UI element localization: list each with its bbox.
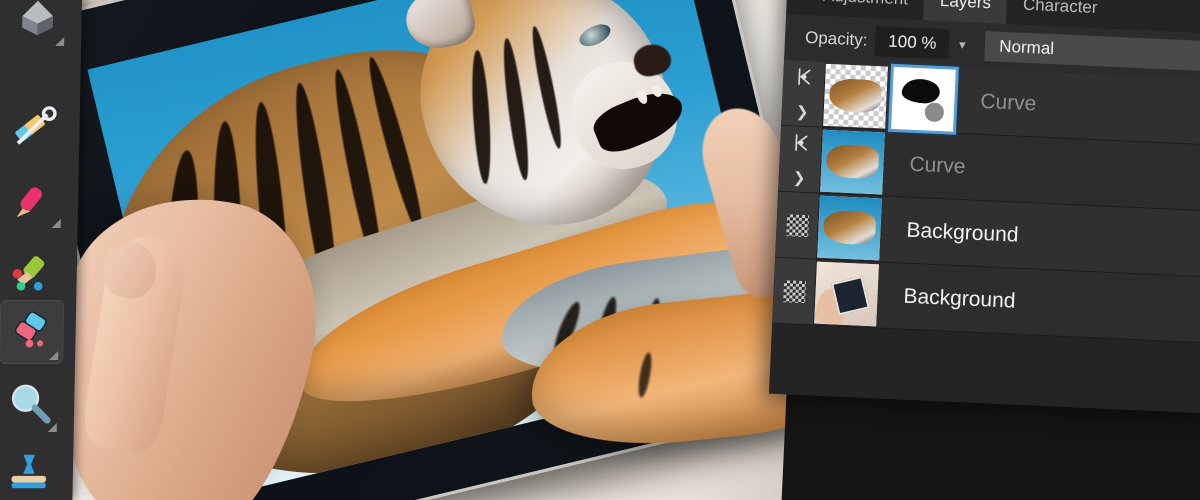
layer-icon-column: ❯	[781, 59, 827, 127]
layer-name-label: Curve	[908, 152, 967, 178]
transparency-checker-icon[interactable]	[785, 213, 809, 237]
clone-stamp-tool-button[interactable]	[0, 440, 62, 500]
mask-link-icon[interactable]	[790, 132, 811, 158]
blend-mode-value: Normal	[998, 36, 1055, 59]
layer-thumbnail[interactable]	[814, 261, 879, 326]
mask-link-icon[interactable]	[793, 66, 814, 92]
layer-icon-column	[775, 191, 821, 259]
layer-name-label: Curve	[979, 89, 1037, 115]
chevron-down-icon[interactable]: ❯	[793, 168, 806, 187]
thumbnail-content	[828, 78, 883, 113]
thumbnail-tablet	[830, 275, 870, 316]
layer-name[interactable]: Background	[876, 262, 1200, 342]
mask-dot	[924, 102, 945, 123]
blend-mode-select[interactable]: Normal ▲ ▼	[984, 31, 1200, 72]
chevron-right-icon[interactable]: ❯	[796, 102, 809, 121]
tool-flyout-arrow[interactable]	[55, 37, 65, 46]
layers-panel: Adjustment Layers Character Opacity: 100…	[768, 0, 1200, 414]
tab-character[interactable]: Character	[1006, 0, 1115, 29]
opacity-label: Opacity:	[804, 27, 868, 50]
eyedropper-icon	[12, 105, 59, 151]
paint-bucket-tool-button[interactable]	[0, 236, 65, 300]
chevron-down-icon[interactable]: ▾	[948, 30, 976, 60]
layer-name-label: Background	[906, 218, 1020, 247]
layer-icon-column	[772, 257, 818, 325]
layer-thumbnail[interactable]	[820, 129, 885, 194]
gradient-tool-button[interactable]	[5, 0, 70, 50]
layer-name-label: Background	[903, 284, 1017, 313]
brush-icon	[11, 177, 58, 223]
tool-flyout-arrow[interactable]	[51, 219, 61, 228]
tab-adjustment-label: Adjustment	[823, 0, 909, 9]
layer-list: ❯ Curve ❯ Curve Background Background	[772, 59, 1200, 344]
eraser-tool-button[interactable]	[0, 300, 65, 364]
tab-layers[interactable]: Layers	[923, 0, 1008, 24]
layer-icon-column: ❯	[778, 125, 824, 193]
paint-brush-tool-button[interactable]	[2, 168, 67, 232]
tool-flyout-arrow[interactable]	[49, 351, 59, 360]
bucket-icon	[9, 245, 56, 291]
magnifier-icon	[7, 381, 54, 427]
gradient-icon	[14, 0, 61, 41]
transparency-checker-icon[interactable]	[782, 279, 806, 303]
mask-shape	[900, 77, 941, 105]
tab-character-label: Character	[1022, 0, 1098, 18]
tool-flyout-arrow[interactable]	[47, 423, 57, 432]
screenshot-root: Adjustment Layers Character Opacity: 100…	[0, 0, 1200, 500]
tools-palette	[0, 0, 83, 500]
layer-name[interactable]: Curve	[953, 68, 1200, 145]
stamp-icon	[5, 449, 52, 495]
layer-mask-thumbnail[interactable]	[891, 66, 956, 132]
layer-thumbnail[interactable]	[823, 63, 888, 129]
eraser-icon	[8, 309, 55, 355]
tab-layers-label: Layers	[939, 0, 992, 13]
color-picker-tool-button[interactable]	[3, 96, 68, 160]
layer-thumbnail[interactable]	[817, 195, 882, 260]
opacity-input[interactable]: 100 %	[874, 26, 951, 60]
zoom-tool-button[interactable]	[0, 372, 63, 436]
